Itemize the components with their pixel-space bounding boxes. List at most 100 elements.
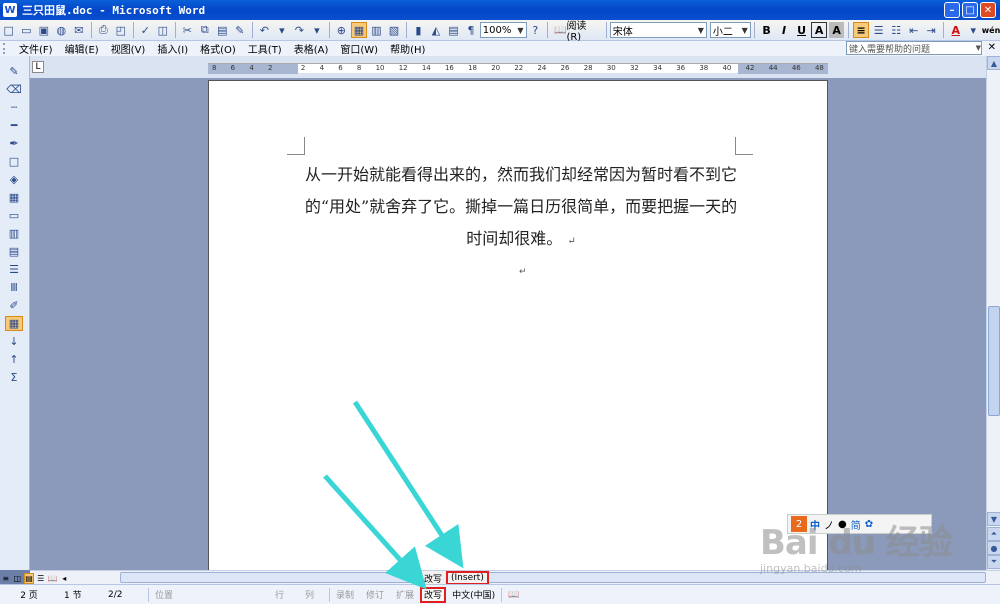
tables-borders-icon[interactable]: ▦: [351, 22, 367, 38]
ime-logo-icon[interactable]: 2: [791, 516, 807, 532]
close-document-button[interactable]: ✕: [988, 42, 996, 53]
previous-page-icon[interactable]: ⏶: [987, 527, 1000, 541]
menu-view[interactable]: 视图(V): [111, 41, 146, 56]
status-page-of[interactable]: 2/2: [102, 587, 148, 603]
help-icon[interactable]: ?: [528, 22, 544, 38]
font-color-button[interactable]: A: [948, 22, 964, 38]
bold-button[interactable]: B: [759, 22, 775, 38]
document-area[interactable]: 从一开始就能看得出来的，然而我们却经常因为暂时看不到它的“用处”就舍弃了它。撕掉…: [30, 78, 986, 570]
font-name-select[interactable]: 宋体 ▼: [609, 22, 707, 38]
reading-view-icon[interactable]: 📖: [47, 573, 57, 584]
ime-fullwidth-icon[interactable]: ●: [838, 519, 847, 530]
drawing-icon[interactable]: ◭: [428, 22, 444, 38]
hyperlink-icon[interactable]: ⊕: [334, 22, 350, 38]
menu-format[interactable]: 格式(O): [200, 41, 236, 56]
paste-icon[interactable]: ▤: [215, 22, 231, 38]
menu-grip[interactable]: [3, 43, 7, 54]
menu-edit[interactable]: 编辑(E): [65, 41, 99, 56]
minimize-button[interactable]: –: [944, 2, 960, 18]
copy-icon[interactable]: ⧉: [197, 22, 213, 38]
menu-window[interactable]: 窗口(W): [340, 41, 378, 56]
border-color-icon[interactable]: ✒: [5, 136, 23, 151]
zoom-select[interactable]: 100% ▼: [479, 22, 527, 38]
split-cells-icon[interactable]: ▥: [5, 226, 23, 241]
menu-tools[interactable]: 工具(T): [248, 41, 282, 56]
status-language[interactable]: 中文(中国): [446, 587, 501, 603]
status-extend[interactable]: 扩展: [390, 587, 420, 603]
undo-dropdown-icon[interactable]: ▾: [274, 22, 290, 38]
status-page[interactable]: 2 页: [0, 587, 58, 603]
decrease-indent-icon[interactable]: ⇤: [906, 22, 922, 38]
print-view-icon[interactable]: ▤: [24, 572, 34, 584]
underline-button[interactable]: U: [794, 22, 810, 38]
table-autoformat-icon[interactable]: ✐: [5, 298, 23, 313]
vertical-scrollbar[interactable]: ▲ ▼ ⏶ ● ⏷: [986, 56, 1000, 570]
columns-icon[interactable]: ▮: [411, 22, 427, 38]
outside-border-icon[interactable]: □: [5, 154, 23, 169]
vertical-scroll-thumb[interactable]: [988, 306, 1000, 416]
merge-cells-icon[interactable]: ▭: [5, 208, 23, 223]
ime-settings-icon[interactable]: ✿: [865, 519, 873, 530]
insert-table-icon[interactable]: ▦: [5, 190, 23, 205]
font-color-dropdown-icon[interactable]: ▾: [966, 22, 982, 38]
spelling-icon[interactable]: ✓: [138, 22, 154, 38]
draw-table-icon[interactable]: ✎: [5, 64, 23, 79]
scroll-up-icon[interactable]: ▲: [987, 56, 1000, 70]
ime-punctuation-toggle[interactable]: ノ: [824, 517, 834, 532]
ime-language-toggle[interactable]: 中: [810, 517, 820, 532]
horizontal-ruler[interactable]: 8 6 4 2 2 4 6 8 10 12 14 16 18 20 22 24 26 28 30 32 34 36 38 40…: [208, 63, 828, 74]
select-browse-object-icon[interactable]: ●: [987, 541, 1000, 555]
email-icon[interactable]: ✉: [71, 22, 87, 38]
print-icon[interactable]: ⎙: [96, 22, 112, 38]
sort-ascending-icon[interactable]: ↓: [5, 334, 23, 349]
horizontal-scrollbar[interactable]: ≡ ◫ ▤ ☰ 📖 ◂ 改写 (Insert): [2, 570, 1000, 585]
scroll-down-icon[interactable]: ▼: [987, 512, 1000, 526]
line-weight-icon[interactable]: ━: [5, 118, 23, 133]
insert-table-icon[interactable]: ▥: [369, 22, 385, 38]
menu-file[interactable]: 文件(F): [19, 41, 53, 56]
character-shading-button[interactable]: A: [828, 22, 845, 38]
status-position[interactable]: 位置: [149, 587, 269, 603]
italic-button[interactable]: I: [776, 22, 792, 38]
show-gridlines-icon[interactable]: ▦: [5, 316, 23, 331]
eraser-icon[interactable]: ⌫: [5, 82, 23, 97]
new-document-icon[interactable]: □: [1, 22, 17, 38]
scroll-left-icon[interactable]: ◂: [59, 573, 69, 584]
status-line[interactable]: 行: [269, 587, 299, 603]
menu-help[interactable]: 帮助(H): [390, 41, 425, 56]
insert-excel-icon[interactable]: ▧: [386, 22, 402, 38]
menu-insert[interactable]: 插入(I): [157, 41, 188, 56]
cut-icon[interactable]: ✂: [180, 22, 196, 38]
document-map-icon[interactable]: ▤: [446, 22, 462, 38]
status-section[interactable]: 1 节: [58, 587, 102, 603]
read-button[interactable]: 📖 阅读(R): [551, 21, 603, 43]
line-style-icon[interactable]: ┄: [5, 100, 23, 115]
tab-selector[interactable]: L: [32, 61, 44, 73]
outline-view-icon[interactable]: ☰: [36, 573, 46, 584]
redo-dropdown-icon[interactable]: ▾: [309, 22, 325, 38]
status-track-changes[interactable]: 修订: [360, 587, 390, 603]
character-border-button[interactable]: A: [811, 22, 827, 38]
print-preview-icon[interactable]: ◰: [113, 22, 129, 38]
distribute-rows-icon[interactable]: ☰: [5, 262, 23, 277]
permission-icon[interactable]: ◍: [54, 22, 70, 38]
help-question-input[interactable]: 键入需要帮助的问题 ▼: [846, 41, 982, 55]
numbering-icon[interactable]: ☰: [871, 22, 887, 38]
align-center-button[interactable]: ≡: [853, 22, 869, 38]
ime-mode-toggle[interactable]: 简: [851, 517, 861, 532]
spelling-status-icon[interactable]: 📖: [502, 587, 525, 603]
align-icon[interactable]: ▤: [5, 244, 23, 259]
increase-indent-icon[interactable]: ⇥: [924, 22, 940, 38]
font-size-select[interactable]: 小二 ▼: [709, 22, 751, 38]
close-button[interactable]: ✕: [980, 2, 996, 18]
status-record[interactable]: 录制: [330, 587, 360, 603]
distribute-columns-icon[interactable]: Ⅲ: [5, 280, 23, 295]
show-hide-icon[interactable]: ¶: [463, 22, 479, 38]
document-paragraph[interactable]: 从一开始就能看得出来的，然而我们却经常因为暂时看不到它的“用处”就舍弃了它。撕掉…: [301, 159, 741, 258]
word-app-icon[interactable]: W: [3, 3, 17, 17]
status-overtype[interactable]: 改写: [420, 586, 447, 603]
phonetic-guide-button[interactable]: wén: [982, 22, 1000, 38]
open-folder-icon[interactable]: ▭: [19, 22, 35, 38]
redo-icon[interactable]: ↷: [292, 22, 308, 38]
save-icon[interactable]: ▣: [36, 22, 52, 38]
